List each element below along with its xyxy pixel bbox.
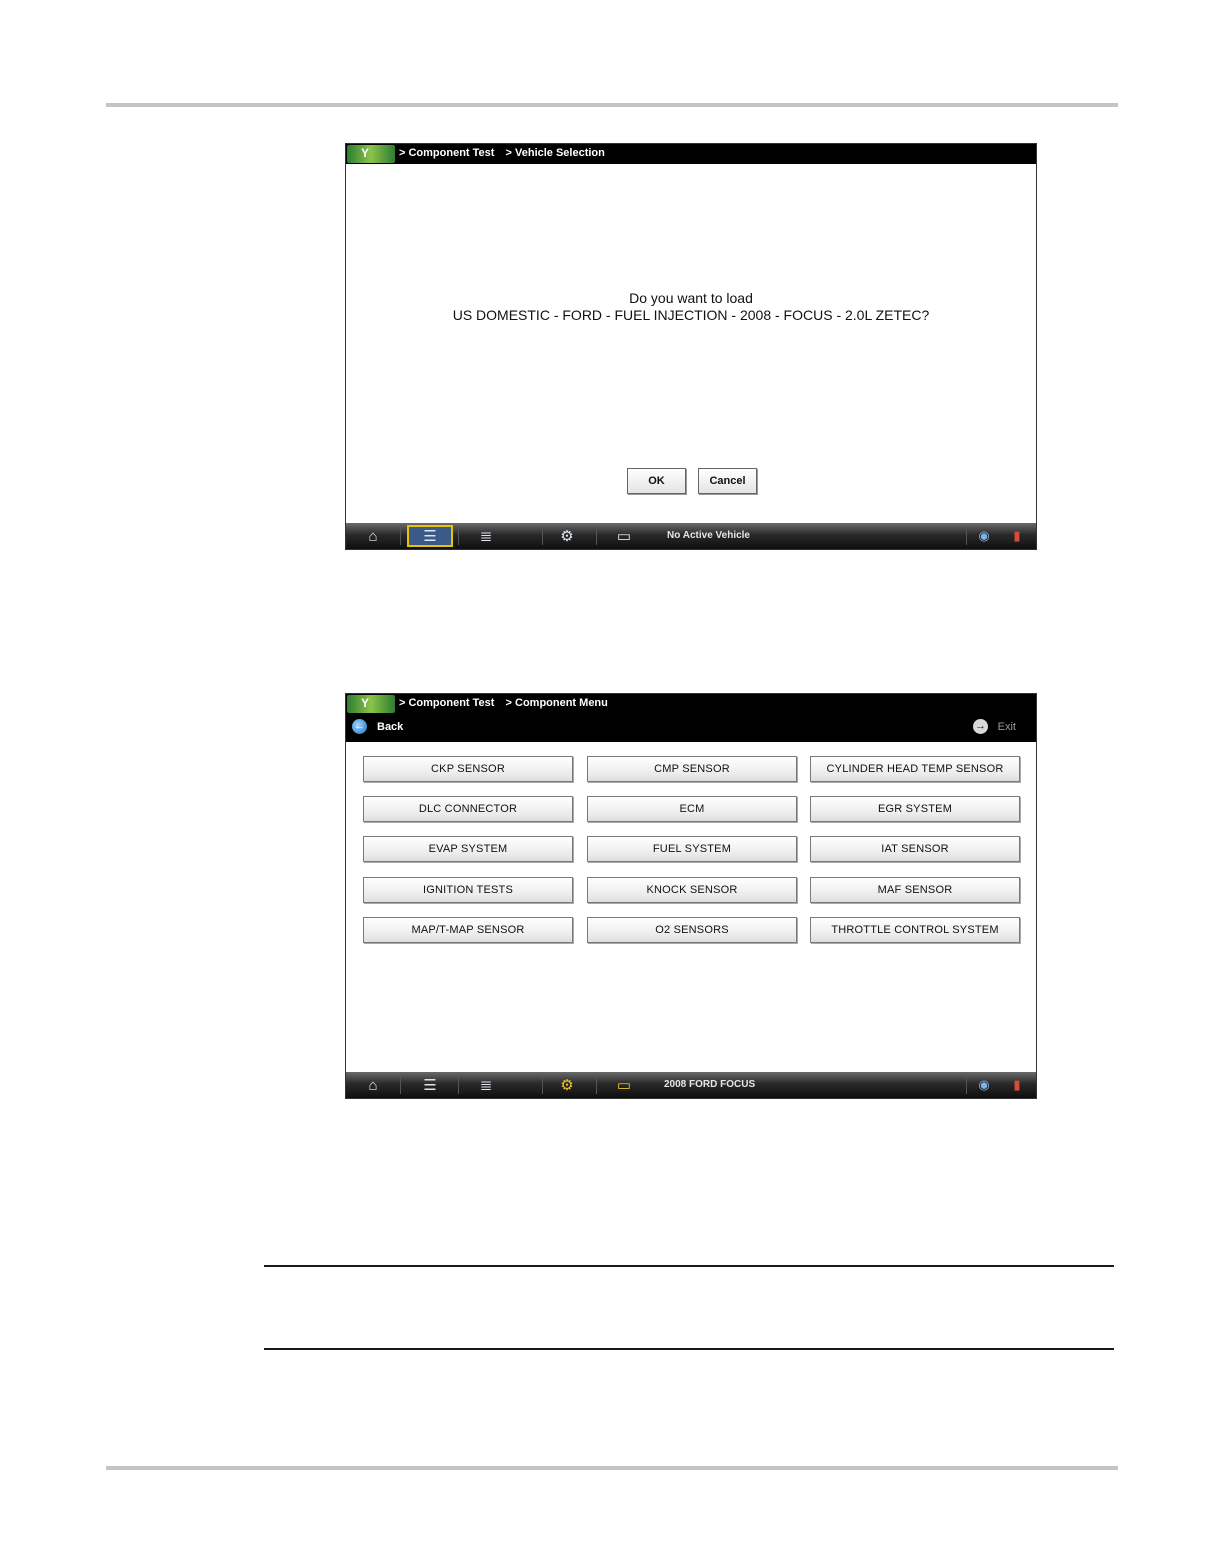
gear-icon: ⚙ [560, 1077, 574, 1094]
divider [542, 527, 543, 545]
note-rule-top [264, 1265, 1114, 1267]
wifi-icon[interactable]: ◉ [973, 1075, 995, 1095]
tool-logo-icon: Y [361, 146, 370, 160]
car-icon: ▭ [616, 528, 632, 545]
exit-arrow-icon[interactable]: → [973, 719, 988, 734]
divider [400, 527, 401, 545]
menu-button[interactable]: IAT SENSOR [810, 836, 1020, 862]
divider [400, 1076, 401, 1094]
taskbar: ⌂ ☰ ≣ ⚙ ▭ 2008 FORD FOCUS ◉ ▮ [346, 1072, 1036, 1098]
divider [596, 527, 597, 545]
breadcrumb-item: > Vehicle Selection [505, 147, 605, 159]
tools-icon: ≣ [479, 528, 493, 545]
tools-button[interactable]: ≣ [463, 525, 509, 547]
vehicle-button[interactable]: ▭ [601, 1074, 647, 1096]
menu-button[interactable]: EGR SYSTEM [810, 796, 1020, 822]
menu-button[interactable]: MAF SENSOR [810, 877, 1020, 903]
battery-icon[interactable]: ▮ [1006, 526, 1028, 546]
tools-button[interactable]: ≣ [463, 1074, 509, 1096]
back-arrow-icon[interactable]: ← [352, 719, 367, 734]
component-menu-screen: Y > Component Test > Component Menu ← Ba… [345, 693, 1037, 1099]
car-icon: ▭ [616, 1077, 632, 1094]
prompt-line-1: Do you want to load [629, 290, 753, 306]
divider [596, 1076, 597, 1094]
divider [458, 527, 459, 545]
home-icon: ⌂ [368, 527, 378, 545]
menu-button[interactable]: IGNITION TESTS [363, 877, 573, 903]
tools-icon: ≣ [479, 1077, 493, 1094]
app-logo[interactable]: Y [347, 145, 395, 163]
breadcrumb-item: > Component Menu [505, 697, 608, 709]
toolbar: ← Back → Exit [346, 714, 1036, 742]
app-logo[interactable]: Y [347, 695, 395, 713]
breadcrumb-item[interactable]: > Component Test [399, 147, 494, 159]
menu-button[interactable]: ECM [587, 796, 797, 822]
breadcrumb: > Component Test > Component Menu [399, 697, 616, 709]
gear-icon: ⚙ [560, 528, 574, 545]
vehicle-status: 2008 FORD FOCUS [664, 1079, 756, 1090]
page-header-rule [106, 103, 1118, 107]
home-button[interactable]: ⌂ [350, 525, 396, 547]
cancel-button[interactable]: Cancel [698, 468, 757, 494]
vehicle-status: No Active Vehicle [667, 530, 750, 541]
breadcrumb-item[interactable]: > Component Test [399, 697, 494, 709]
wifi-icon[interactable]: ◉ [973, 526, 995, 546]
menu-button[interactable]: FUEL SYSTEM [587, 836, 797, 862]
divider [542, 1076, 543, 1094]
vehicle-list-button[interactable]: ☰ [407, 525, 453, 547]
vehicle-button[interactable]: ▭ [601, 525, 647, 547]
ok-button[interactable]: OK [627, 468, 686, 494]
vehicle-list-button[interactable]: ☰ [407, 1074, 453, 1096]
title-bar: Y > Component Test > Component Menu [346, 694, 1036, 714]
note-rule-bottom [264, 1348, 1114, 1350]
prompt-line-2: US DOMESTIC - FORD - FUEL INJECTION - 20… [452, 307, 930, 323]
page-footer-rule [106, 1466, 1118, 1470]
vehicle-selection-screen: Y > Component Test > Vehicle Selection D… [345, 143, 1037, 550]
divider [458, 1076, 459, 1094]
menu-button[interactable]: MAP/T-MAP SENSOR [363, 917, 573, 943]
menu-button[interactable]: DLC CONNECTOR [363, 796, 573, 822]
title-bar: Y > Component Test > Vehicle Selection [346, 144, 1036, 164]
menu-button[interactable]: O2 SENSORS [587, 917, 797, 943]
exit-button[interactable]: Exit [998, 721, 1016, 733]
list-icon: ☰ [423, 528, 437, 545]
menu-button[interactable]: EVAP SYSTEM [363, 836, 573, 862]
breadcrumb: > Component Test > Vehicle Selection [399, 147, 613, 159]
taskbar: ⌂ ☰ ≣ ⚙ ▭ No Active Vehicle ◉ ▮ [346, 523, 1036, 549]
divider [966, 527, 967, 545]
menu-button[interactable]: THROTTLE CONTROL SYSTEM [810, 917, 1020, 943]
back-button[interactable]: Back [377, 721, 403, 733]
home-button[interactable]: ⌂ [350, 1074, 396, 1096]
tool-logo-icon: Y [361, 696, 370, 710]
settings-button[interactable]: ⚙ [544, 1074, 590, 1096]
settings-button[interactable]: ⚙ [544, 525, 590, 547]
menu-button[interactable]: CYLINDER HEAD TEMP SENSOR [810, 756, 1020, 782]
list-icon: ☰ [423, 1077, 437, 1094]
menu-button[interactable]: CMP SENSOR [587, 756, 797, 782]
menu-button[interactable]: CKP SENSOR [363, 756, 573, 782]
divider [966, 1076, 967, 1094]
menu-button[interactable]: KNOCK SENSOR [587, 877, 797, 903]
battery-icon[interactable]: ▮ [1006, 1075, 1028, 1095]
home-icon: ⌂ [368, 1076, 378, 1094]
